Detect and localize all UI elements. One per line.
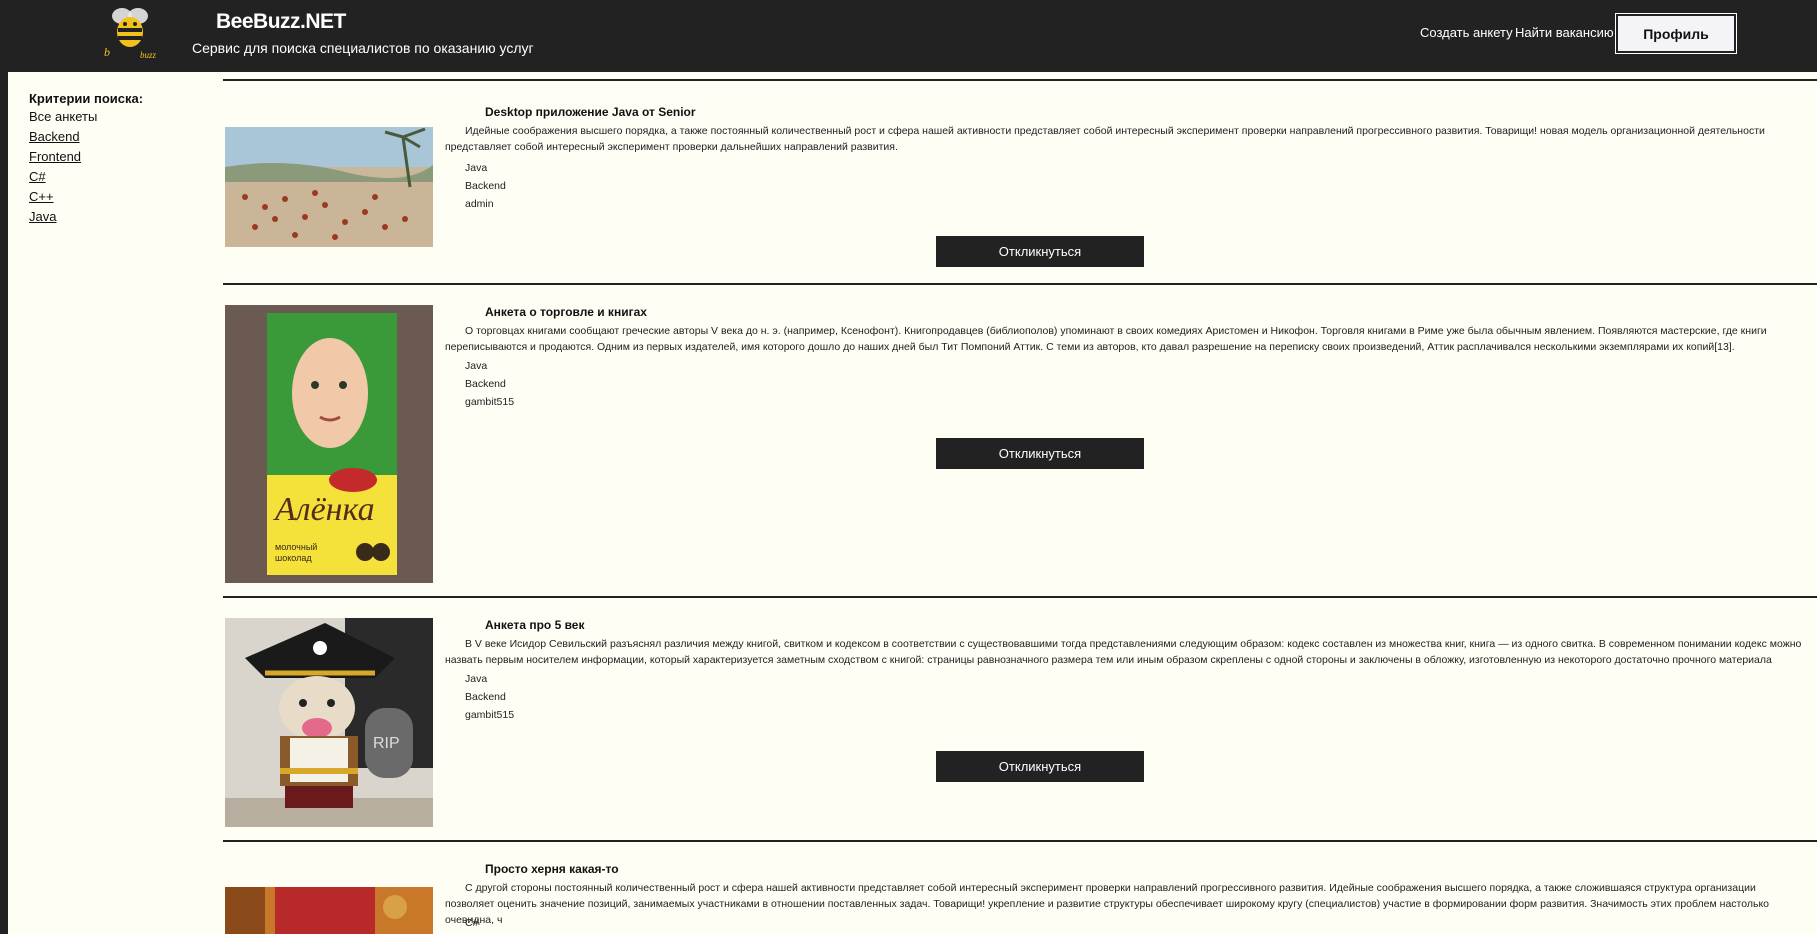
card-image-beach — [225, 127, 433, 247]
card-category: Backend — [465, 378, 506, 390]
card-description: Идейные соображения высшего порядка, а т… — [445, 125, 1765, 153]
card-image-pirate-dog: RIP — [225, 618, 433, 827]
nav-find-vacancy[interactable]: Найти вакансию — [1515, 25, 1614, 40]
card-language: Java — [465, 360, 488, 372]
card-description: С другой стороны постоянный количественн… — [445, 882, 1769, 926]
filter-frontend[interactable]: Frontend — [29, 149, 209, 165]
respond-button[interactable]: Откликнуться — [936, 438, 1144, 469]
top-header: b buzz BeeBuzz.NET Сервис для поиска спе… — [0, 0, 1817, 72]
profile-card: RIP Анкета про 5 век В V веке Исидор Сев… — [223, 596, 1817, 838]
filter-backend[interactable]: Backend — [29, 129, 209, 145]
profile-card: Desktop приложение Java от Senior Идейны… — [223, 79, 1817, 281]
bee-logo-icon[interactable]: b buzz — [100, 4, 158, 62]
brand-title[interactable]: BeeBuzz.NET — [216, 10, 346, 34]
svg-text:RIP: RIP — [373, 735, 400, 752]
card-title[interactable]: Анкета про 5 век — [485, 618, 584, 632]
card-title[interactable]: Анкета о торговле и книгах — [485, 305, 647, 319]
card-image-red-carpet — [225, 887, 433, 934]
card-image-chocolate: Алёнка молочный шоколад — [225, 305, 433, 583]
filter-all-profiles[interactable]: Все анкеты — [29, 109, 209, 125]
nav-create-profile[interactable]: Создать анкету — [1420, 25, 1513, 40]
card-author: gambit515 — [465, 709, 515, 721]
respond-button[interactable]: Откликнуться — [936, 751, 1144, 782]
card-category: Backend — [465, 691, 506, 703]
card-author: gambit515 — [465, 396, 515, 408]
filter-cpp[interactable]: C++ — [29, 189, 209, 205]
filter-csharp[interactable]: C# — [29, 169, 209, 185]
respond-button[interactable]: Откликнуться — [936, 236, 1144, 267]
svg-text:buzz: buzz — [140, 50, 157, 60]
profile-card: Просто херня какая-то С другой стороны п… — [223, 840, 1817, 934]
profile-card: Алёнка молочный шоколад Анкета о торговл… — [223, 283, 1817, 595]
svg-text:молочный: молочный — [275, 542, 317, 552]
filter-java[interactable]: Java — [29, 209, 209, 225]
svg-text:шоколад: шоколад — [275, 553, 312, 563]
brand-subtitle: Сервис для поиска специалистов по оказан… — [192, 40, 534, 56]
svg-text:Алёнка: Алёнка — [273, 491, 375, 528]
card-meta: C# — [465, 914, 478, 932]
profile-button[interactable]: Профиль — [1616, 14, 1736, 53]
card-description: В V веке Исидор Севильский разъяснял раз… — [445, 638, 1802, 666]
svg-text:b: b — [104, 45, 110, 59]
card-author: admin — [465, 198, 494, 210]
card-title[interactable]: Desktop приложение Java от Senior — [485, 105, 696, 119]
main-content: Критерии поиска: Все анкеты Backend Fron… — [8, 72, 1817, 934]
sidebar-title: Критерии поиска: — [29, 91, 144, 106]
card-title[interactable]: Просто херня какая-то — [485, 862, 619, 876]
card-category: Backend — [465, 180, 506, 192]
search-criteria-sidebar: Критерии поиска: Все анкеты Backend Fron… — [29, 91, 209, 229]
card-language: C# — [465, 917, 479, 929]
card-language: Java — [465, 673, 488, 685]
card-meta: Java Backend gambit515 — [465, 670, 514, 724]
card-language: Java — [465, 162, 488, 174]
card-meta: Java Backend admin — [465, 159, 506, 213]
card-description: О торговцах книгами сообщают греческие а… — [445, 325, 1767, 353]
card-meta: Java Backend gambit515 — [465, 357, 514, 411]
